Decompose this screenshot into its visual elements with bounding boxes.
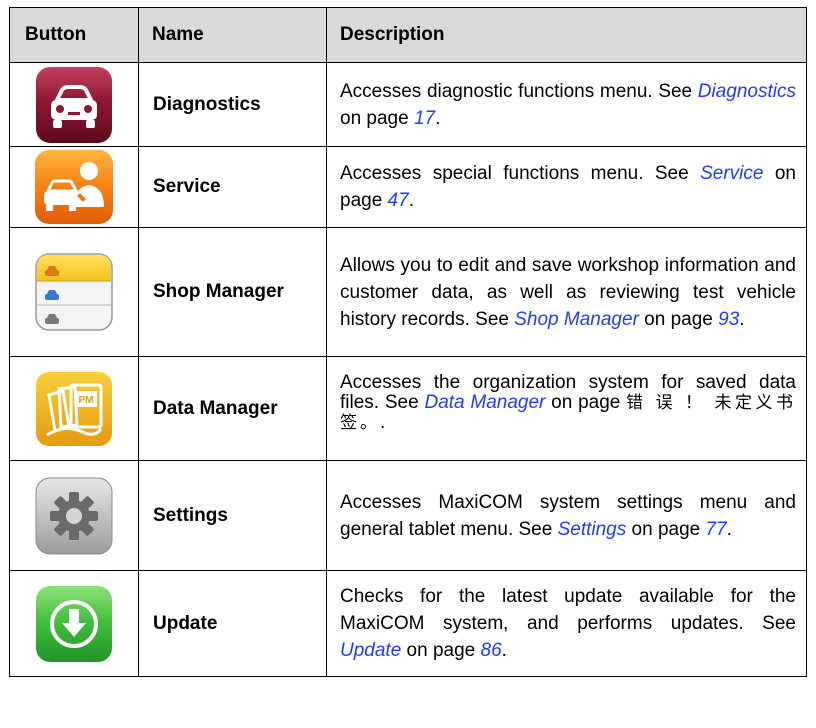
icon-cell [9, 62, 139, 147]
button-table: Button Name Description Diagnostics Acce… [9, 7, 807, 677]
name-cell: Diagnostics [138, 62, 327, 147]
data-manager-link[interactable]: Data Manager [424, 392, 545, 413]
icon-cell: PM [9, 356, 139, 461]
header-button: Button [9, 7, 139, 63]
download-arrow-icon [36, 585, 112, 662]
gear-icon [35, 477, 113, 554]
header-row: Button Name Description [9, 7, 807, 63]
settings-button[interactable] [35, 477, 113, 555]
table-row: Shop Manager Allows you to edit and save… [9, 227, 807, 357]
description-cell: Accesses diagnostic functions menu. See … [326, 62, 807, 147]
page-link[interactable]: 77 [706, 519, 727, 540]
table-row: Settings Accesses MaxiCOM system setting… [9, 460, 807, 571]
diagnostics-link[interactable]: Diagnostics [698, 81, 796, 102]
table-row: PM Data Manager Accesses the organizatio… [9, 356, 807, 461]
shop-manager-button[interactable] [35, 253, 113, 331]
table-row: Update Checks for the latest update avai… [9, 570, 807, 677]
shop-manager-link[interactable]: Shop Manager [514, 309, 639, 330]
update-button[interactable] [35, 585, 113, 663]
description-cell: Accesses the organization system for sav… [326, 356, 807, 461]
name-cell: Update [138, 570, 327, 677]
car-icon [36, 66, 112, 143]
page-link[interactable]: 47 [388, 190, 409, 211]
description-cell: Checks for the latest update available f… [326, 570, 807, 677]
svg-text:PM: PM [79, 395, 94, 406]
icon-cell [9, 570, 139, 677]
name-cell: Data Manager [138, 356, 327, 461]
name-cell: Service [138, 146, 327, 228]
page-link[interactable]: 17 [414, 108, 435, 129]
settings-link[interactable]: Settings [558, 519, 627, 540]
header-name: Name [138, 7, 327, 63]
diagnostics-button[interactable] [35, 66, 113, 144]
description-cell: Allows you to edit and save workshop inf… [326, 227, 807, 357]
icon-cell [9, 146, 139, 228]
icon-cell [9, 460, 139, 571]
page-link[interactable]: 86 [481, 640, 502, 661]
table-row: Service Accesses special functions menu.… [9, 146, 807, 228]
name-cell: Shop Manager [138, 227, 327, 357]
data-manager-button[interactable]: PM [35, 371, 113, 447]
car-mechanic-icon [35, 150, 113, 224]
header-description: Description [326, 7, 807, 63]
description-cell: Accesses special functions menu. See Ser… [326, 146, 807, 228]
notepad-cars-icon [35, 253, 113, 331]
name-cell: Settings [138, 460, 327, 571]
description-cell: Accesses MaxiCOM system settings menu an… [326, 460, 807, 571]
service-button[interactable] [34, 149, 114, 225]
icon-cell [9, 227, 139, 357]
files-icon: PM [36, 371, 112, 446]
update-link[interactable]: Update [340, 640, 401, 661]
page-link[interactable]: 93 [718, 309, 739, 330]
service-link[interactable]: Service [700, 163, 763, 184]
table-row: Diagnostics Accesses diagnostic function… [9, 62, 807, 147]
